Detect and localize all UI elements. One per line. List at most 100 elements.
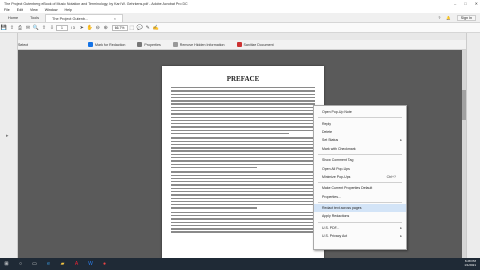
menu-item-us-privacy[interactable]: U.S. Privacy Act ▸ — [314, 232, 406, 240]
tab-tools[interactable]: Tools — [24, 14, 45, 22]
menu-separator — [318, 201, 402, 203]
menu-item-open-popup[interactable]: Open Pop-Up Note — [314, 108, 406, 116]
window-title: The Project Gutenberg eBook of Music Not… — [4, 1, 188, 6]
properties-label: Properties — [144, 42, 161, 47]
menu-item-shortcut: Ctrl+? — [386, 174, 396, 179]
upload-icon[interactable]: ⇪ — [8, 24, 16, 32]
remove-hidden-tool[interactable]: Remove Hidden Information — [172, 42, 225, 47]
sanitize-label: Sanitize Document — [243, 42, 274, 47]
sanitize-icon — [236, 42, 242, 47]
maximize-icon[interactable]: □ — [464, 1, 466, 6]
task-view-icon[interactable]: ▭ — [30, 260, 39, 268]
right-panel — [466, 33, 480, 258]
menu-item-us-pdf[interactable]: U.S. PDF... ▸ — [314, 224, 406, 232]
search-taskbar-icon[interactable]: ○ — [16, 260, 25, 268]
menu-separator — [318, 182, 402, 184]
search-icon[interactable]: 🔍 — [32, 24, 40, 32]
tab-home[interactable]: Home — [2, 14, 24, 22]
email-icon[interactable]: ✉ — [24, 24, 32, 32]
taskbar: ⊞ ○ ▭ e ▰ A W ● 6:28 PM 1/1/2021 — [0, 258, 480, 270]
sanitize-tool[interactable]: Sanitize Document — [236, 42, 274, 47]
sign-in-button[interactable]: Sign In — [456, 15, 476, 21]
menu-item-mark-checkmark[interactable]: Mark with Checkmark — [314, 145, 406, 153]
menu-item-label: U.S. PDF... — [322, 225, 340, 230]
menu-edit[interactable]: Edit — [17, 8, 23, 12]
menu-item-label: Redact text across pages — [322, 206, 362, 211]
save-icon[interactable]: 💾 — [0, 24, 8, 32]
menu-item-apply-redactions[interactable]: Apply Redactions — [314, 212, 406, 220]
menu-item-label: Open Pop-Up Note — [322, 110, 352, 115]
menu-help[interactable]: Help — [65, 8, 72, 12]
prev-page-icon[interactable]: ⇧ — [40, 24, 48, 32]
paragraph-3 — [171, 171, 315, 209]
select-cursor-icon[interactable]: ➤ — [78, 24, 86, 32]
menu-item-label: Apply Redactions — [322, 214, 350, 219]
acrobat-icon[interactable]: A — [72, 260, 81, 268]
menu-item-minimize-popups[interactable]: Minimize Pop-Ups Ctrl+? — [314, 173, 406, 181]
menu-item-reply[interactable]: Reply — [314, 119, 406, 127]
menu-item-make-default[interactable]: Make Current Properties Default — [314, 184, 406, 192]
file-explorer-icon[interactable]: ▰ — [58, 260, 67, 268]
menu-item-label: Minimize Pop-Ups — [322, 174, 351, 179]
chrome-icon[interactable]: ● — [100, 260, 109, 268]
redact-toolbar: Select Mark for Redaction Properties Rem… — [0, 40, 480, 50]
next-page-icon[interactable]: ⇩ — [48, 24, 56, 32]
expand-left-panel-icon[interactable]: ▸ — [6, 133, 9, 139]
redact-icon — [88, 42, 93, 47]
menu-file[interactable]: File — [4, 8, 10, 12]
menu-item-label: Reply — [322, 121, 331, 126]
header-right: ? 🔔 Sign In — [438, 15, 476, 21]
pen-icon[interactable]: ✎ — [144, 24, 152, 32]
word-icon[interactable]: W — [86, 260, 95, 268]
menu-item-set-status[interactable]: Set Status ▸ — [314, 136, 406, 144]
page-number-input[interactable]: 1 — [56, 24, 68, 31]
menu-view[interactable]: View — [30, 8, 38, 12]
tab-tools-label: Tools — [30, 16, 40, 20]
menu-item-open-all-popups[interactable]: Open All Pop-Ups — [314, 164, 406, 172]
start-icon[interactable]: ⊞ — [2, 260, 11, 268]
menu-item-show-comment-tag[interactable]: Show Comment Tag — [314, 156, 406, 164]
paragraph-2 — [171, 137, 315, 169]
menu-item-redact-across-pages[interactable]: Redact text across pages — [314, 203, 406, 213]
submenu-arrow-icon: ▸ — [400, 234, 402, 239]
system-tray[interactable]: 6:28 PM 1/1/2021 — [464, 259, 476, 267]
menu-item-delete[interactable]: Delete — [314, 128, 406, 136]
context-menu: Open Pop-Up Note Reply Delete Set Status… — [313, 105, 407, 250]
print-icon[interactable]: ⎙ — [16, 24, 24, 32]
remove-hidden-icon — [172, 42, 178, 47]
mark-redaction-tool[interactable]: Mark for Redaction — [88, 42, 125, 47]
menu-window[interactable]: Window — [45, 8, 58, 12]
close-window-icon[interactable]: ✕ — [475, 1, 478, 6]
title-bar: The Project Gutenberg eBook of Music Not… — [0, 0, 480, 7]
hand-icon[interactable]: ✋ — [86, 24, 94, 32]
remove-hidden-label: Remove Hidden Information — [179, 42, 225, 47]
menu-item-label: Mark with Checkmark — [322, 146, 356, 151]
mark-redaction-label: Mark for Redaction — [95, 42, 126, 47]
fit-page-icon[interactable]: ⬚ — [128, 24, 136, 32]
comment-icon[interactable]: 💬 — [136, 24, 144, 32]
zoom-in-icon[interactable]: ⊕ — [102, 24, 110, 32]
submenu-arrow-icon: ▸ — [400, 138, 402, 143]
page-heading: PREFACE — [226, 75, 260, 83]
bell-icon[interactable]: 🔔 — [446, 16, 450, 20]
edge-icon[interactable]: e — [44, 260, 53, 268]
document-page: PREFACE — [162, 66, 324, 270]
tab-document[interactable]: The Project Gutenb... × — [45, 14, 124, 22]
menu-item-label: Set Status — [322, 138, 339, 143]
minimize-icon[interactable]: – — [454, 1, 456, 6]
left-panel: ▸ — [0, 33, 18, 258]
page-total: / 3 — [71, 25, 75, 30]
properties-tool[interactable]: Properties — [137, 42, 161, 47]
menu-separator — [318, 117, 402, 119]
zoom-out-icon[interactable]: ⊖ — [94, 24, 102, 32]
highlight-icon[interactable]: ✍ — [152, 24, 160, 32]
tool-mode-label[interactable]: Select — [18, 43, 28, 47]
close-tab-icon[interactable]: × — [114, 17, 116, 21]
zoom-level-input[interactable]: 66.7% — [111, 24, 128, 31]
menu-item-properties[interactable]: Properties... — [314, 193, 406, 201]
menu-separator — [318, 221, 402, 223]
help-icon[interactable]: ? — [438, 16, 440, 20]
window-controls: – □ ✕ — [454, 1, 478, 6]
tab-home-label: Home — [8, 16, 19, 20]
paragraph-1 — [171, 87, 315, 135]
